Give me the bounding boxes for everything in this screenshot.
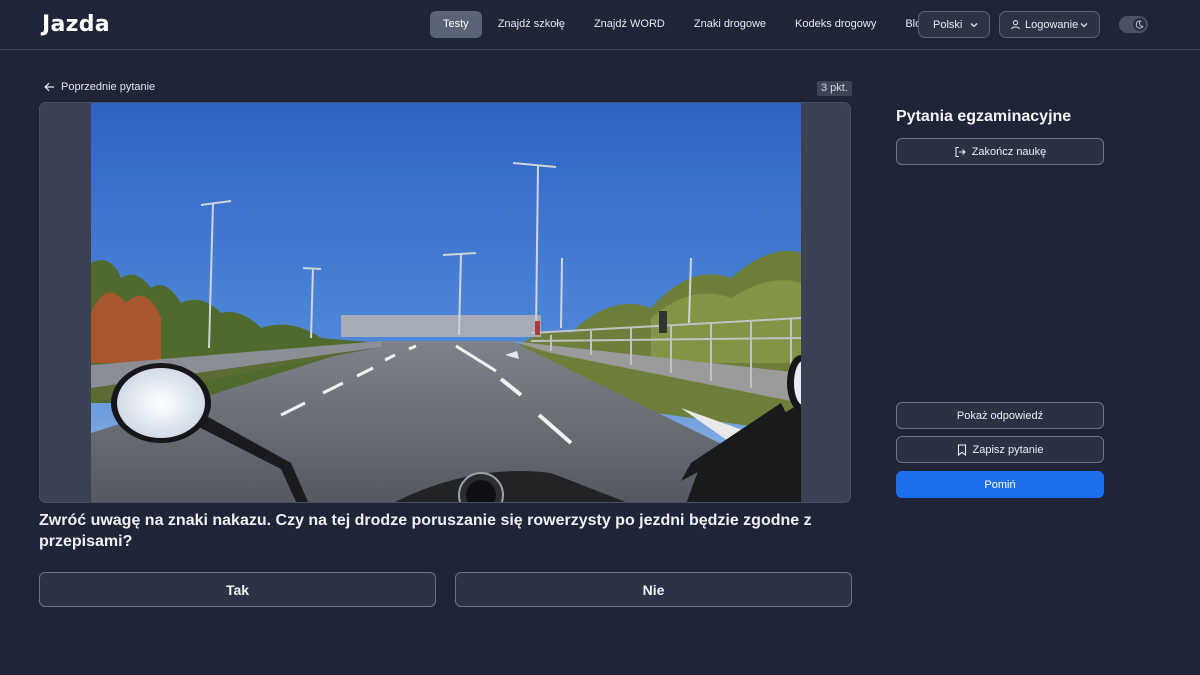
end-learning-label: Zakończ naukę xyxy=(971,145,1047,158)
site-logo[interactable]: Jazda xyxy=(42,12,110,37)
language-dropdown[interactable]: Polski xyxy=(918,11,990,38)
show-answer-button[interactable]: Pokaż odpowiedź xyxy=(896,402,1104,429)
skip-button[interactable]: Pomiń xyxy=(896,471,1104,498)
nav-item-znaki-drogowe[interactable]: Znaki drogowe xyxy=(681,11,779,38)
question-text: Zwróć uwagę na znaki nakazu. Czy na tej … xyxy=(39,512,812,550)
logout-icon xyxy=(954,146,966,158)
answer-yes-button[interactable]: Tak xyxy=(39,572,436,607)
language-label: Polski xyxy=(933,18,963,31)
nav-item-kodeks-drogowy[interactable]: Kodeks drogowy xyxy=(782,11,889,38)
save-question-button[interactable]: Zapisz pytanie xyxy=(896,436,1104,463)
arrow-left-icon xyxy=(44,82,55,92)
nav-item-testy[interactable]: Testy xyxy=(430,11,482,38)
login-dropdown[interactable]: Logowanie xyxy=(999,11,1100,38)
chevron-down-icon xyxy=(1079,20,1089,30)
answer-no-button[interactable]: Nie xyxy=(455,572,852,607)
road-scene-image xyxy=(91,103,801,502)
sidebar-title: Pytania egzaminacyjne xyxy=(896,108,1072,125)
question-media xyxy=(39,102,851,503)
logo-text: Jazda xyxy=(42,12,110,37)
bookmark-icon xyxy=(957,443,967,456)
end-learning-button[interactable]: Zakończ naukę xyxy=(896,138,1104,165)
theme-toggle[interactable] xyxy=(1119,16,1148,33)
skip-label: Pomiń xyxy=(984,478,1016,491)
previous-question-link[interactable]: Poprzednie pytanie xyxy=(44,81,155,93)
login-label: Logowanie xyxy=(1025,18,1079,31)
nav-item-znajdz-word[interactable]: Znajdź WORD xyxy=(581,11,678,38)
chevron-down-icon xyxy=(969,20,979,30)
main-nav: Testy Znajdź szkołę Znajdź WORD Znaki dr… xyxy=(430,11,943,38)
points-badge: 3 pkt. xyxy=(817,81,852,96)
nav-item-znajdz-szkole[interactable]: Znajdź szkołę xyxy=(485,11,578,38)
previous-question-label: Poprzednie pytanie xyxy=(61,81,156,93)
top-navigation-bar: Jazda Testy Znajdź szkołę Znajdź WORD Zn… xyxy=(0,0,1200,50)
show-answer-label: Pokaż odpowiedź xyxy=(956,409,1044,422)
moon-icon xyxy=(1133,18,1146,31)
user-icon xyxy=(1010,19,1021,30)
save-question-label: Zapisz pytanie xyxy=(972,443,1044,456)
